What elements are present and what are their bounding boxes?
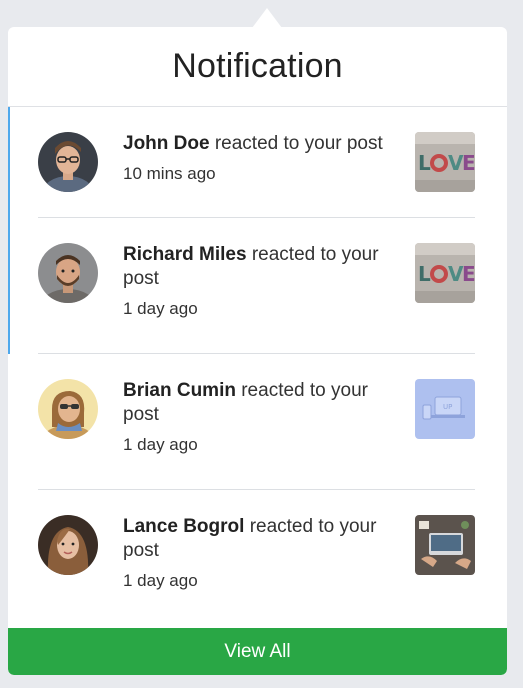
desk-laptop-image-icon[interactable] <box>415 515 475 575</box>
dropdown-caret <box>252 8 282 28</box>
user-avatar-man-glasses-icon[interactable] <box>38 132 98 192</box>
notification-item[interactable]: Richard Miles reacted to your post 1 day… <box>8 218 507 354</box>
notification-item[interactable]: Lance Bogrol reacted to your post 1 day … <box>8 490 507 626</box>
notification-content: John Doe reacted to your post 10 mins ag… <box>123 132 415 217</box>
notification-time: 1 day ago <box>123 435 198 454</box>
notification-time: 1 day ago <box>123 571 198 590</box>
user-name[interactable]: John Doe <box>123 133 210 154</box>
user-name[interactable]: Brian Cumin <box>123 380 236 401</box>
panel-header: Notification <box>8 27 507 107</box>
svg-text:E: E <box>462 151 475 175</box>
notification-message: Brian Cumin reacted to your post <box>123 379 401 427</box>
view-all-button[interactable]: View All <box>8 628 507 675</box>
notification-item[interactable]: John Doe reacted to your post 10 mins ag… <box>8 107 507 218</box>
notification-content: Brian Cumin reacted to your post 1 day a… <box>123 379 415 489</box>
notification-item[interactable]: Brian Cumin reacted to your post 1 day a… <box>8 354 507 490</box>
notification-panel: Notification John Doe reacted to your po… <box>8 27 507 675</box>
notification-message: Lance Bogrol reacted to your post <box>123 515 401 563</box>
svg-text:L: L <box>418 151 431 175</box>
svg-text:E: E <box>462 262 475 286</box>
user-avatar-man-beard-icon[interactable] <box>38 243 98 303</box>
love-sign-image-icon[interactable]: L V E <box>415 132 475 192</box>
svg-text:L: L <box>418 262 431 286</box>
svg-text:UP: UP <box>443 403 452 411</box>
notification-message: Richard Miles reacted to your post <box>123 243 401 291</box>
notification-time: 10 mins ago <box>123 164 216 183</box>
notification-content: Richard Miles reacted to your post 1 day… <box>123 243 415 353</box>
notification-content: Lance Bogrol reacted to your post 1 day … <box>123 515 415 626</box>
notification-list: John Doe reacted to your post 10 mins ag… <box>8 107 507 626</box>
panel-title: Notification <box>172 47 343 85</box>
notification-time: 1 day ago <box>123 299 198 318</box>
notification-action: reacted to your post <box>214 133 383 154</box>
user-avatar-woman-hair-icon[interactable] <box>38 515 98 575</box>
devices-image-icon[interactable]: UP <box>415 379 475 439</box>
notification-message: John Doe reacted to your post <box>123 132 401 156</box>
user-name[interactable]: Richard Miles <box>123 244 247 265</box>
love-sign-image-icon[interactable]: L V E <box>415 243 475 303</box>
user-avatar-woman-sunglasses-icon[interactable] <box>38 379 98 439</box>
user-name[interactable]: Lance Bogrol <box>123 516 244 537</box>
